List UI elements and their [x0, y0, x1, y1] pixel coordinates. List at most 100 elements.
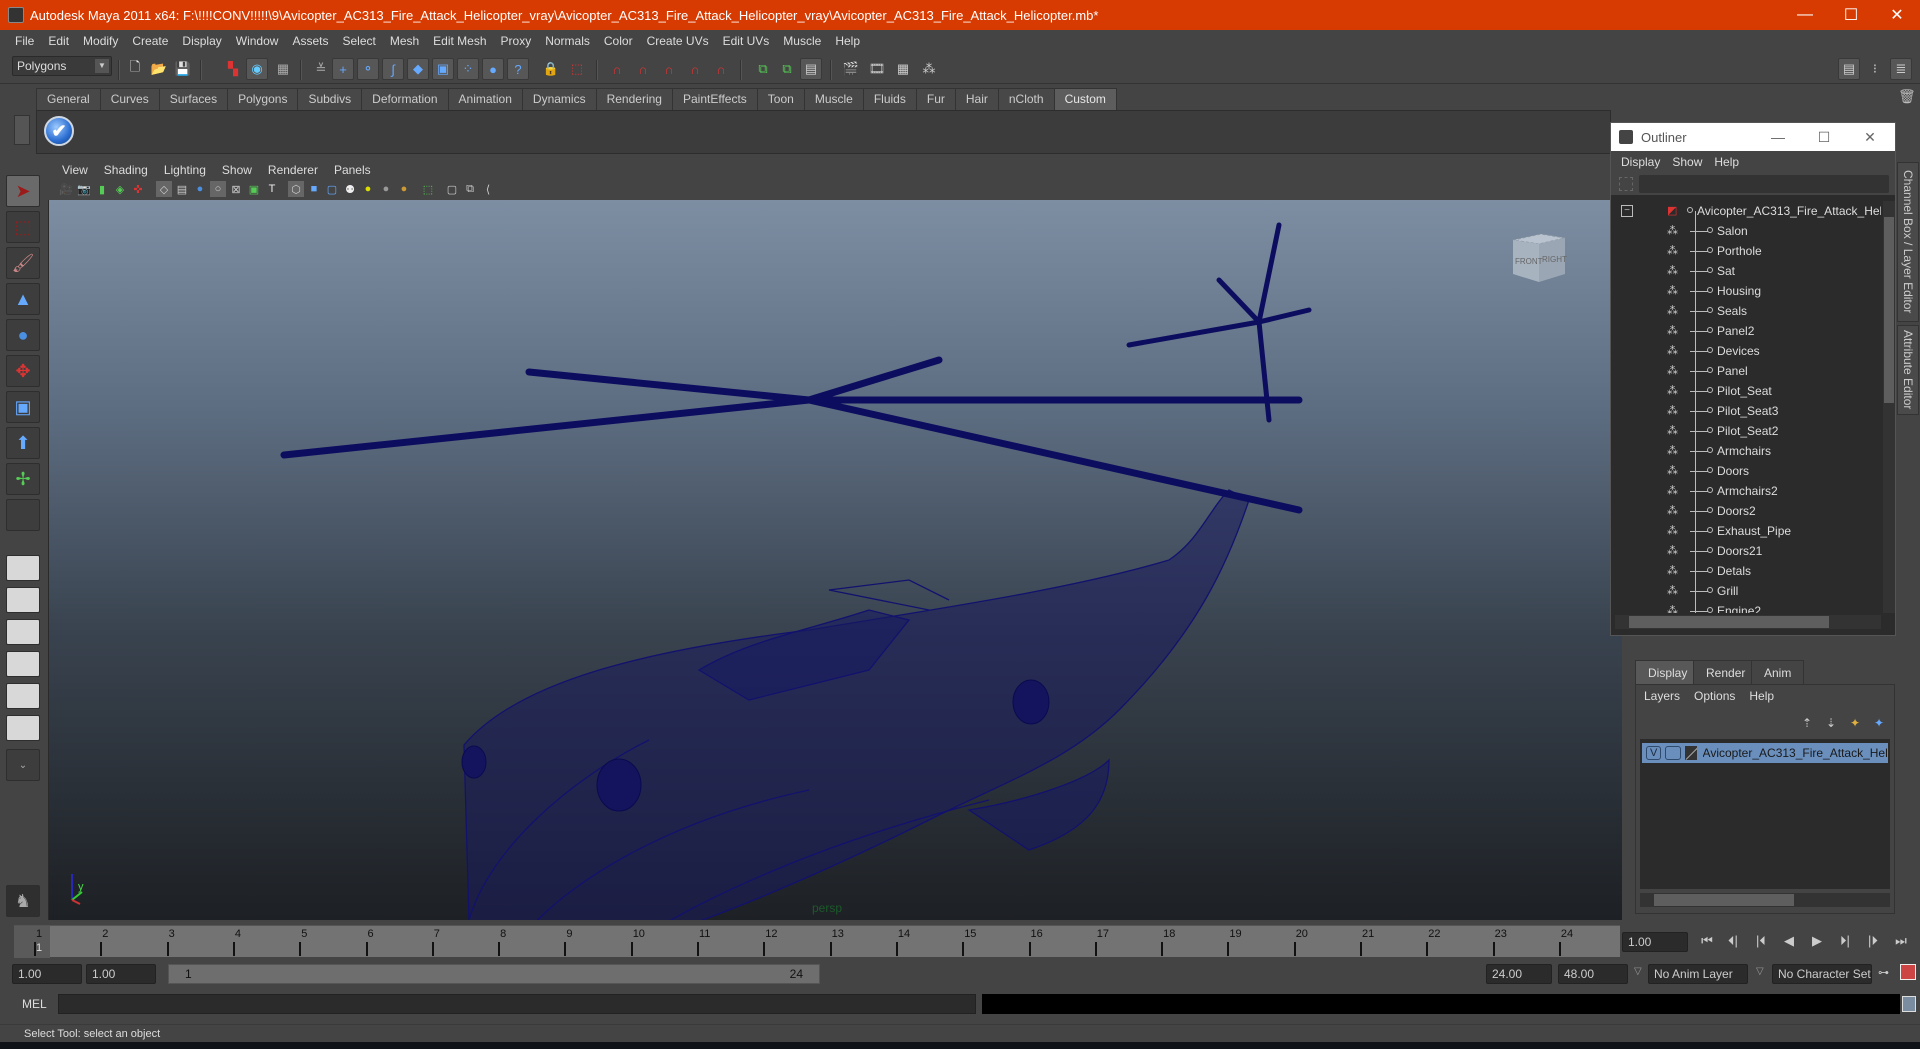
shelf-tab-muscle[interactable]: Muscle	[803, 88, 864, 110]
select-curves-icon[interactable]: ∫	[382, 58, 404, 80]
ipr-render-icon[interactable]: 🎞	[866, 58, 888, 80]
outliner-item[interactable]: ⁂ Pilot_Seat3	[1615, 401, 1881, 421]
attribute-editor-tab[interactable]: Attribute Editor	[1897, 325, 1919, 415]
layer-menu-layers[interactable]: Layers	[1644, 689, 1680, 703]
render-settings-icon[interactable]: ▦	[892, 58, 914, 80]
play-forwards-button[interactable]: ▶	[1806, 933, 1828, 949]
highlight-selection-icon[interactable]: ⬚	[566, 58, 588, 80]
shelf-tab-rendering[interactable]: Rendering	[595, 88, 673, 110]
menu-select[interactable]: Select	[335, 34, 382, 48]
lasso-tool-icon[interactable]: ⬚	[6, 211, 40, 243]
camera-attributes-icon[interactable]: 📷	[76, 181, 92, 197]
outliner-item[interactable]: ⁂ Exhaust_Pipe	[1615, 521, 1881, 541]
go-to-start-button[interactable]: ⏮	[1696, 933, 1718, 949]
move-layer-up-icon[interactable]: ⇡	[1798, 715, 1816, 731]
textured-icon[interactable]: ▣	[246, 181, 262, 197]
persp-graph-layout-button[interactable]	[6, 651, 40, 677]
four-view-layout-button[interactable]	[6, 587, 40, 613]
layer-row[interactable]: V Avicopter_AC313_Fire_Attack_Helicopter	[1642, 743, 1888, 763]
outliner-vertical-scrollbar[interactable]	[1883, 201, 1895, 613]
outliner-item[interactable]: ⁂ Armchairs2	[1615, 481, 1881, 501]
bookmark-icon[interactable]: ▮	[94, 181, 110, 197]
select-by-component-icon[interactable]: ▦	[272, 58, 294, 80]
shelf-tab-surfaces[interactable]: Surfaces	[158, 88, 229, 110]
menu-help[interactable]: Help	[828, 34, 867, 48]
menu-modify[interactable]: Modify	[76, 34, 125, 48]
layer-tab-anim[interactable]: Anim	[1751, 660, 1805, 684]
high-quality-icon[interactable]: ▢	[444, 181, 460, 197]
save-scene-icon[interactable]: 💾	[172, 58, 194, 80]
menu-file[interactable]: File	[8, 34, 41, 48]
layout-options-chevron-icon[interactable]: ⌄	[6, 749, 40, 781]
soft-mod-tool-icon[interactable]: ⬆	[6, 427, 40, 459]
panel-menu-shading[interactable]: Shading	[96, 163, 156, 177]
outliner-item[interactable]: ⁂ Doors	[1615, 461, 1881, 481]
anim-layer-chevron-icon[interactable]: ▽	[1634, 966, 1642, 977]
select-by-hierarchy-icon[interactable]: ▚	[222, 58, 244, 80]
panel-menu-lighting[interactable]: Lighting	[156, 163, 214, 177]
persp-outliner-layout-button[interactable]	[6, 619, 40, 645]
step-back-key-button[interactable]: |⏴	[1750, 933, 1772, 949]
menu-edit[interactable]: Edit	[41, 34, 76, 48]
time-slider[interactable]: 1 1 2 3 4 5 6 7 8 9 10 11 12 13 14 15 16 17 18 19 20 21 22 23 2…	[14, 925, 1620, 958]
snap-to-grids-icon[interactable]: ∩	[606, 58, 628, 80]
trash-icon[interactable]: 🗑	[1898, 88, 1916, 105]
mel-command-input[interactable]	[58, 994, 976, 1014]
isolate-select-icon[interactable]: ⬚	[420, 181, 436, 197]
shelf-tab-fluids[interactable]: Fluids	[862, 88, 917, 110]
move-tool-icon[interactable]: ▲	[6, 283, 40, 315]
shelf-tab-animation[interactable]: Animation	[447, 88, 523, 110]
grid-toggle-icon[interactable]: ◇	[156, 181, 172, 197]
mask-toggle-icon[interactable]: ≚	[310, 58, 332, 80]
hypershade-icon[interactable]: ⁂	[918, 58, 940, 80]
outliner-item[interactable]: ⁂ Doors2	[1615, 501, 1881, 521]
outliner-item[interactable]: ⁂ Engine2	[1615, 601, 1881, 613]
shelf-tab-painteffects[interactable]: PaintEffects	[671, 88, 758, 110]
menu-muscle[interactable]: Muscle	[776, 34, 828, 48]
outliner-item[interactable]: ⁂ Porthole	[1615, 241, 1881, 261]
outliner-minimize-button[interactable]: —	[1755, 123, 1801, 151]
character-set-dropdown[interactable]: No Character Set	[1772, 964, 1872, 984]
outliner-horizontal-scrollbar[interactable]	[1615, 615, 1881, 629]
new-layer-icon[interactable]: ✦	[1846, 715, 1864, 731]
menu-normals[interactable]: Normals	[538, 34, 597, 48]
shelf-tab-fur[interactable]: Fur	[915, 88, 956, 110]
mel-label[interactable]: MEL	[22, 997, 47, 1011]
menu-create[interactable]: Create	[125, 34, 175, 48]
flat-lighting-icon[interactable]: ●	[396, 181, 412, 197]
make-live-icon[interactable]: ∩	[710, 58, 732, 80]
layer-tab-render[interactable]: Render	[1693, 660, 1759, 684]
image-plane-icon[interactable]: ◈	[112, 181, 128, 197]
maximize-button[interactable]: ☐	[1828, 0, 1874, 30]
all-lights-icon[interactable]: ●	[378, 181, 394, 197]
use-all-lights-icon[interactable]: T	[264, 181, 280, 197]
menu-edit-uvs[interactable]: Edit UVs	[716, 34, 777, 48]
select-misc-icon[interactable]: ?	[507, 58, 529, 80]
film-gate-icon[interactable]: ▤	[174, 181, 190, 197]
menu-display[interactable]: Display	[175, 34, 228, 48]
scale-tool-icon[interactable]: ✥	[6, 355, 40, 387]
animation-preferences-icon[interactable]	[1900, 964, 1916, 980]
layer-visibility-toggle[interactable]: V	[1646, 746, 1662, 760]
layer-tab-display[interactable]: Display	[1635, 660, 1701, 684]
shelf-tab-polygons[interactable]: Polygons	[227, 88, 299, 110]
outliner-item[interactable]: ⁂ Seals	[1615, 301, 1881, 321]
anim-layer-dropdown[interactable]: No Anim Layer	[1648, 964, 1748, 984]
layer-color-swatch[interactable]	[1684, 746, 1697, 760]
step-forward-key-button[interactable]: ⏵|	[1834, 933, 1856, 949]
shelf-tab-curves[interactable]: Curves	[99, 88, 160, 110]
custom-shelf-check-button[interactable]: ✔	[44, 116, 74, 146]
character-set-chevron-icon[interactable]: ▽	[1756, 966, 1764, 977]
scrollbar-thumb[interactable]	[1884, 217, 1894, 403]
minimize-button[interactable]: —	[1782, 0, 1828, 30]
layer-menu-help[interactable]: Help	[1749, 689, 1774, 703]
menu-edit-mesh[interactable]: Edit Mesh	[426, 34, 493, 48]
rotate-tool-icon[interactable]: ●	[6, 319, 40, 351]
view-cube[interactable]: FRONT RIGHT	[1507, 226, 1569, 284]
shelf-tab-custom[interactable]: Custom	[1053, 88, 1117, 110]
last-used-tool-slot[interactable]	[6, 499, 40, 531]
wireframe-icon[interactable]: ○	[210, 181, 226, 197]
menu-mesh[interactable]: Mesh	[383, 34, 426, 48]
wireframe-on-shaded-icon[interactable]: ⬡	[288, 181, 304, 197]
layer-playback-toggle[interactable]	[1665, 746, 1681, 760]
